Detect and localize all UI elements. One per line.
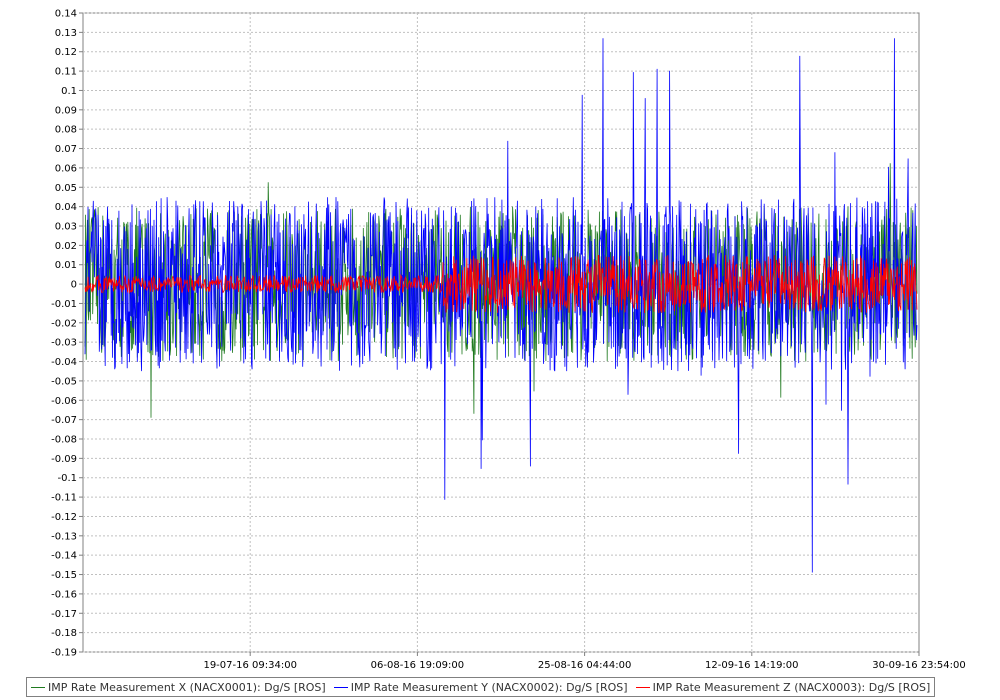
y-tick-label: -0.02 xyxy=(51,318,77,329)
y-tick-label: 0.12 xyxy=(55,47,77,58)
y-tick-label: 0.1 xyxy=(61,86,77,97)
x-tick-label: 19-07-16 09:34:00 xyxy=(203,660,296,671)
y-tick-label: -0.12 xyxy=(51,512,77,523)
y-tick-label: 0.14 xyxy=(55,9,77,20)
y-tick-label: 0.08 xyxy=(55,125,77,136)
y-tick-label: 0.02 xyxy=(55,241,77,252)
y-tick-label: 0.09 xyxy=(55,105,77,116)
y-tick-label: 0 xyxy=(71,280,77,291)
y-tick-label: -0.11 xyxy=(51,493,77,504)
y-tick-label: -0.07 xyxy=(51,415,77,426)
y-tick-label: -0.1 xyxy=(57,473,77,484)
x-tick-label: 25-08-16 04:44:00 xyxy=(538,660,631,671)
legend-swatch xyxy=(635,686,650,688)
legend-swatch xyxy=(333,686,348,688)
y-tick-label: -0.01 xyxy=(51,299,77,310)
legend-item: IMP Rate Measurement Z (NACX0003): Dg/S … xyxy=(635,680,931,694)
y-tick-label: -0.08 xyxy=(51,435,77,446)
y-tick-label: 0.06 xyxy=(55,163,77,174)
y-tick-label: -0.16 xyxy=(51,589,77,600)
y-tick-label: 0.04 xyxy=(55,202,77,213)
chart-svg: -0.19-0.18-0.17-0.16-0.15-0.14-0.13-0.12… xyxy=(51,9,966,672)
chart: -0.19 -0.18 -0.17 -0.16 -0.15 -0.14 -0.13 -0.12… xyxy=(0,0,1000,700)
x-tick-label: 30-09-16 23:54:00 xyxy=(872,660,965,671)
y-tick-label: -0.09 xyxy=(51,454,77,465)
y-tick-label: -0.18 xyxy=(51,628,77,639)
y-tick-label: -0.19 xyxy=(51,648,77,659)
y-tick-label: 0.07 xyxy=(55,144,77,155)
y-tick-label: 0.01 xyxy=(55,260,77,271)
legend-swatch xyxy=(31,686,45,688)
y-tick-label: 0.03 xyxy=(55,222,77,233)
y-tick-label: -0.06 xyxy=(51,396,77,407)
legend-label: IMP Rate Measurement Z (NACX0003): Dg/S … xyxy=(652,680,931,694)
x-tick-label: 06-08-16 19:09:00 xyxy=(371,660,464,671)
y-tick-label: -0.04 xyxy=(51,357,77,368)
y-tick-label: 0.11 xyxy=(55,67,77,78)
legend-label: IMP Rate Measurement Y (NACX0002): Dg/S … xyxy=(350,680,628,694)
y-tick-label: -0.13 xyxy=(51,531,77,542)
y-tick-label: -0.17 xyxy=(51,609,77,620)
y-tick-label: -0.05 xyxy=(51,376,77,387)
legend-item: IMP Rate Measurement Y (NACX0002): Dg/S … xyxy=(333,680,628,694)
x-tick-label: 12-09-16 14:19:00 xyxy=(705,660,798,671)
legend: IMP Rate Measurement X (NACX0001): Dg/S … xyxy=(26,677,936,697)
y-tick-label: 0.05 xyxy=(55,183,77,194)
y-tick-label: 0.13 xyxy=(55,28,77,39)
legend-label: IMP Rate Measurement X (NACX0001): Dg/S … xyxy=(48,680,326,694)
legend-item: IMP Rate Measurement X (NACX0001): Dg/S … xyxy=(31,681,326,694)
y-tick-label: -0.03 xyxy=(51,338,77,349)
y-tick-label: -0.14 xyxy=(51,551,77,562)
y-tick-label: -0.15 xyxy=(51,570,77,581)
